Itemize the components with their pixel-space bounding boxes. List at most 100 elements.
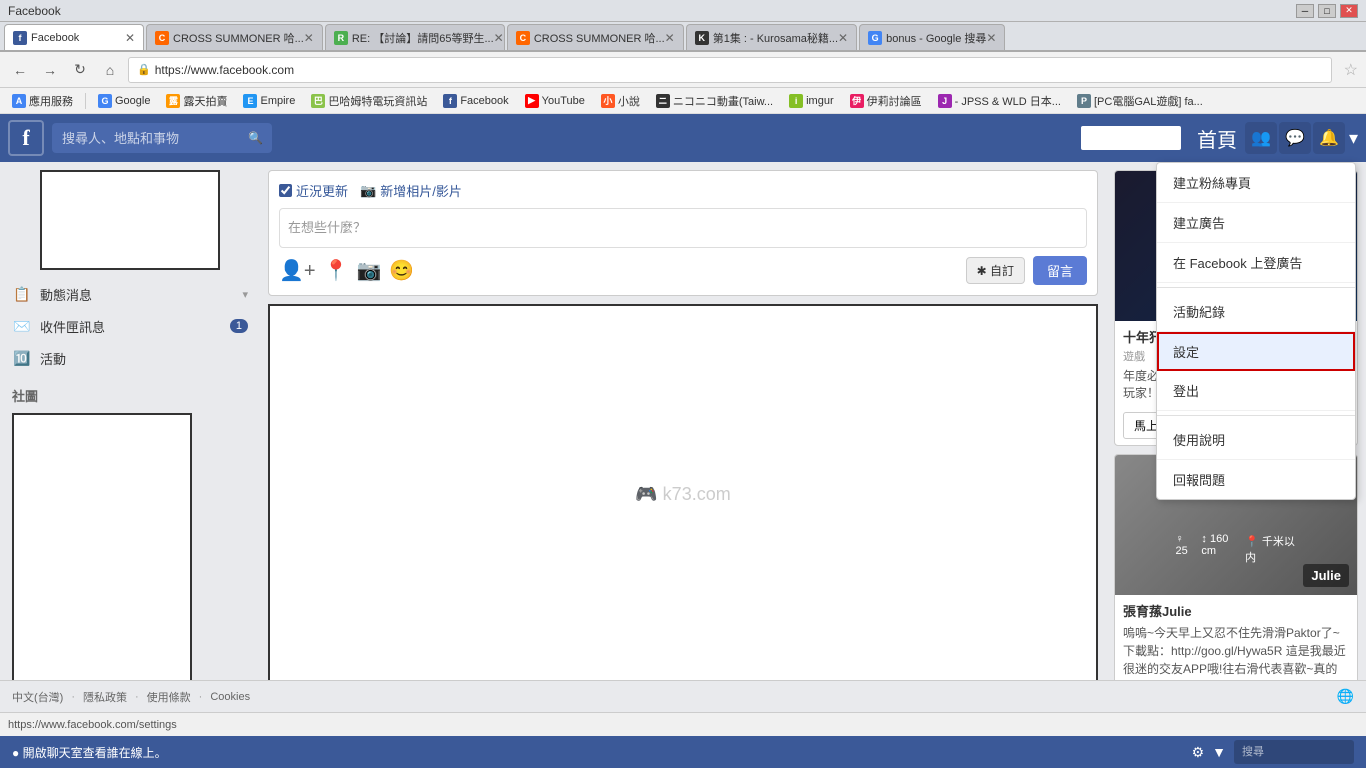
dropdown-create-ad[interactable]: 建立廣告 xyxy=(1157,203,1355,243)
tab-close-cross1[interactable]: ✕ xyxy=(304,31,314,45)
tab-close-facebook[interactable]: ✕ xyxy=(125,31,135,45)
fb-tab-recent[interactable]: 近況更新 xyxy=(279,181,348,200)
forward-button[interactable]: → xyxy=(38,58,62,82)
fb-chat-collapse-icon[interactable]: ▼ xyxy=(1212,744,1226,761)
dropdown-activity[interactable]: 活動紀錄 xyxy=(1157,292,1355,332)
fb-chat-settings-icon[interactable]: ⚙ xyxy=(1192,744,1205,761)
bookmark-youtube[interactable]: ▶ YouTube xyxy=(519,92,591,110)
sidebar-item-events[interactable]: 🔟 活動 xyxy=(0,342,260,374)
fb-sidebar: 📋 動態消息 ▾ ✉️ 收件匣訊息 1 🔟 活動 社圖 應用程式 🎮 xyxy=(0,162,260,680)
bookmark-favicon-pc: P xyxy=(1077,94,1091,108)
tab-kuro[interactable]: K 第1集 : - Kurosama秘籍... ✕ xyxy=(686,24,857,50)
tab-favicon-cross1: C xyxy=(155,31,169,45)
fb-post-placeholder: 在想些什麼？ xyxy=(288,220,366,235)
bookmark-mail[interactable]: 伊 伊莉討論區 xyxy=(844,91,928,111)
fb-nav-notifications-icon[interactable]: 🔔 xyxy=(1313,122,1345,154)
dropdown-advertise[interactable]: 在 Facebook 上登廣告 xyxy=(1157,243,1355,283)
tab-favicon-re: R xyxy=(334,31,348,45)
news-icon: 📋 xyxy=(12,284,32,304)
browser-frame: Facebook ─ □ ✕ f Facebook ✕ C CROSS SUMM… xyxy=(0,0,1366,768)
fb-nav-icons: 👥 💬 🔔 xyxy=(1245,122,1345,154)
photo-icon: 📷 xyxy=(360,183,376,199)
bookmark-novel[interactable]: 小 小說 xyxy=(595,91,646,111)
sidebar-item-news[interactable]: 📋 動態消息 ▾ xyxy=(0,278,260,310)
fb-nav-home[interactable]: 首頁 xyxy=(1197,124,1237,153)
tab-facebook[interactable]: f Facebook ✕ xyxy=(4,24,144,50)
bookmark-google[interactable]: G Google xyxy=(92,92,156,110)
dropdown-create-page[interactable]: 建立粉絲專頁 xyxy=(1157,163,1355,203)
fb-post-box: 近況更新 📷 新增相片/影片 在想些什麼？ 👤+ 📍 📷 xyxy=(268,170,1098,296)
bookmarks-bar: A 應用服務 G Google 露 露天拍賣 E Empire 巴 巴哈姆特電玩… xyxy=(0,88,1366,114)
location-icon[interactable]: 📍 xyxy=(324,258,349,283)
fb-nav-dropdown-arrow[interactable]: ▾ xyxy=(1349,128,1358,149)
fb-chat-search-input[interactable] xyxy=(1234,740,1354,764)
home-button[interactable]: ⌂ xyxy=(98,58,122,82)
footer-link-terms[interactable]: 使用條款 xyxy=(147,689,191,705)
submit-post-button[interactable]: 留言 xyxy=(1033,256,1087,285)
fb-ad-2-profile-info: ♀ 25 ↕ 160 cm 📍 千米以内 xyxy=(1176,533,1297,565)
bookmark-ba[interactable]: 巴 巴哈姆特電玩資訊站 xyxy=(305,91,433,111)
dropdown-settings[interactable]: 設定 xyxy=(1157,332,1355,371)
emoji-icon[interactable]: 😊 xyxy=(389,258,414,283)
messages-icon: ✉️ xyxy=(12,316,32,336)
footer-link-lang[interactable]: 中文(台灣) xyxy=(12,689,63,705)
fb-nav-friends-icon[interactable]: 👥 xyxy=(1245,122,1277,154)
fb-tab-photo-label: 新增相片/影片 xyxy=(380,181,462,200)
address-bar[interactable]: 🔒 https://www.facebook.com xyxy=(128,57,1332,83)
close-button[interactable]: ✕ xyxy=(1340,4,1358,18)
camera-icon[interactable]: 📷 xyxy=(357,258,382,283)
status-url: https://www.facebook.com/settings xyxy=(8,719,177,731)
fb-nav-messages-icon[interactable]: 💬 xyxy=(1279,122,1311,154)
bookmark-favicon-youtube: ▶ xyxy=(525,94,539,108)
sidebar-label-events: 活動 xyxy=(40,349,248,368)
bookmark-apps[interactable]: A 應用服務 xyxy=(6,91,79,111)
tab-google[interactable]: G bonus - Google 搜尋 ✕ xyxy=(859,24,1005,50)
reload-button[interactable]: ↻ xyxy=(68,58,92,82)
fb-post-input[interactable]: 在想些什麼？ xyxy=(279,208,1087,248)
fb-profile-box xyxy=(40,170,220,270)
bookmark-jpss[interactable]: J - JPSS & WLD 日本... xyxy=(932,91,1067,111)
maximize-button[interactable]: □ xyxy=(1318,4,1336,18)
bookmark-divider-1 xyxy=(85,93,86,109)
fb-tab-recent-check[interactable] xyxy=(279,184,292,197)
back-button[interactable]: ← xyxy=(8,58,32,82)
dropdown-report[interactable]: 回報問題 xyxy=(1157,460,1355,499)
fb-search-input[interactable] xyxy=(52,123,272,153)
tab-cross2[interactable]: C CROSS SUMMONER 哈... ✕ xyxy=(507,24,684,50)
dropdown-help[interactable]: 使用說明 xyxy=(1157,420,1355,460)
tab-close-google[interactable]: ✕ xyxy=(986,31,996,45)
fb-tab-photo[interactable]: 📷 新增相片/影片 xyxy=(360,181,462,200)
tab-close-re[interactable]: ✕ xyxy=(494,31,504,45)
bookmark-nico[interactable]: ニ ニコニコ動畫(Taiw... xyxy=(650,91,779,111)
bookmark-pc[interactable]: P [PC電腦GAL遊戲] fa... xyxy=(1071,91,1209,111)
bookmark-favicon-imgur: i xyxy=(789,94,803,108)
bookmark-favicon-dew: 露 xyxy=(166,94,180,108)
bookmark-imgur[interactable]: i imgur xyxy=(783,92,840,110)
sidebar-messages-count: 1 xyxy=(230,319,248,333)
bookmark-fb[interactable]: f Facebook xyxy=(437,92,514,110)
footer-link-cookies[interactable]: Cookies xyxy=(210,691,250,703)
footer-link-privacy[interactable]: 隱私政策 xyxy=(83,689,127,705)
tab-favicon-kuro: K xyxy=(695,31,709,45)
customize-button[interactable]: ✱ 自訂 xyxy=(966,257,1025,284)
bookmark-dew[interactable]: 露 露天拍賣 xyxy=(160,91,233,111)
fb-social-box xyxy=(12,413,192,680)
tab-re[interactable]: R RE: 【討論】請問65等野生... ✕ xyxy=(325,24,505,50)
tab-label-cross2: CROSS SUMMONER 哈... xyxy=(534,30,665,46)
bookmark-star-icon[interactable]: ☆ xyxy=(1344,60,1358,80)
tab-close-kuro[interactable]: ✕ xyxy=(838,31,848,45)
bookmark-empire[interactable]: E Empire xyxy=(237,92,301,110)
tab-cross1[interactable]: C CROSS SUMMONER 哈... ✕ xyxy=(146,24,323,50)
tab-close-cross2[interactable]: ✕ xyxy=(665,31,675,45)
minimize-button[interactable]: ─ xyxy=(1296,4,1314,18)
dropdown-divider-1 xyxy=(1157,287,1355,288)
bookmark-label-google: Google xyxy=(115,95,150,107)
search-icon: 🔍 xyxy=(248,131,263,145)
fb-ad-2-distance: 📍 千米以内 xyxy=(1245,533,1296,565)
bookmark-label-pc: [PC電腦GAL遊戲] fa... xyxy=(1094,93,1203,109)
tab-label-re: RE: 【討論】請問65等野生... xyxy=(352,30,494,46)
add-friend-icon[interactable]: 👤+ xyxy=(279,258,316,283)
sidebar-item-messages[interactable]: ✉️ 收件匣訊息 1 xyxy=(0,310,260,342)
bookmark-label-nico: ニコニコ動畫(Taiw... xyxy=(673,93,773,109)
dropdown-logout[interactable]: 登出 xyxy=(1157,371,1355,411)
